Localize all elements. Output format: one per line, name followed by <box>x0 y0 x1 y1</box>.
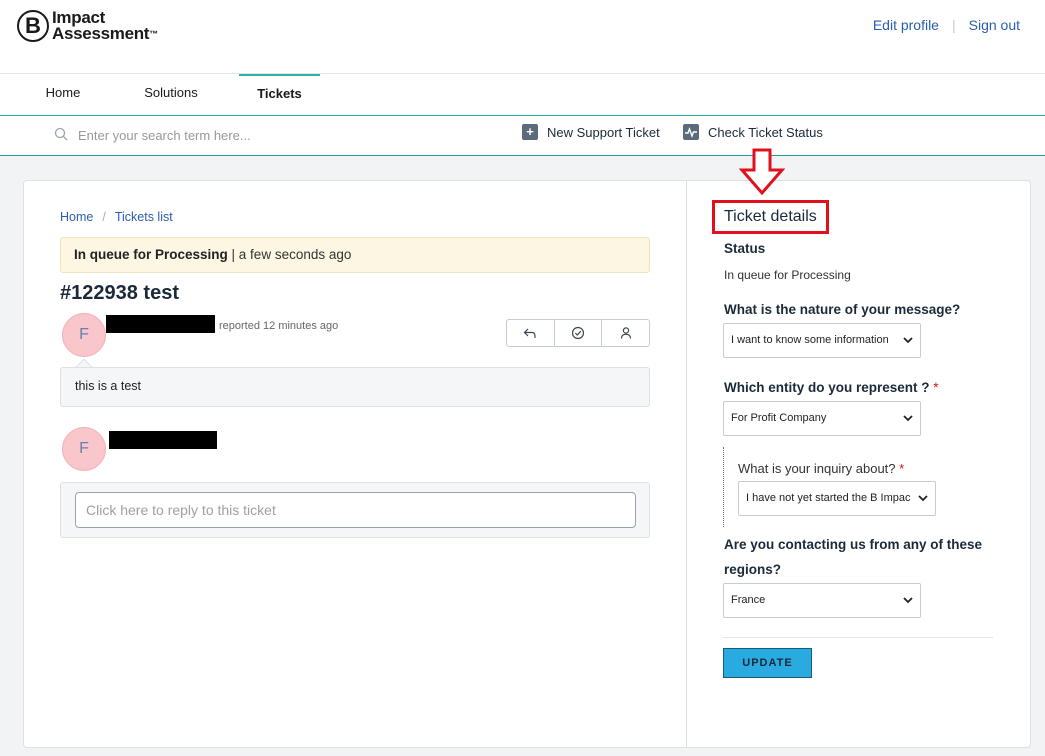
entity-label-text: Which entity do you represent ? <box>724 380 930 395</box>
nested-field-guide <box>723 447 724 527</box>
resolve-button[interactable] <box>555 320 603 346</box>
chevron-down-icon <box>903 415 913 422</box>
b-impact-logo[interactable]: B Impact Assessment™ <box>17 9 158 43</box>
regions-select[interactable]: France <box>723 583 921 618</box>
avatar: F <box>62 427 106 471</box>
status-label: Status <box>724 241 766 256</box>
new-support-ticket-label: New Support Ticket <box>547 124 660 140</box>
breadcrumb-tickets-list[interactable]: Tickets list <box>115 210 173 224</box>
ticket-actions <box>506 319 650 347</box>
required-mark: * <box>899 461 905 476</box>
avatar: F <box>62 313 106 357</box>
assign-button[interactable] <box>602 320 649 346</box>
inquiry-label: What is your inquiry about? * <box>738 461 904 476</box>
nature-select[interactable]: I want to know some information <box>723 323 921 358</box>
search-bar: + New Support Ticket Check Ticket Status <box>0 116 1045 156</box>
search-input[interactable] <box>78 123 378 147</box>
chevron-down-icon <box>903 597 913 604</box>
ticket-title: #122938 test <box>60 282 179 304</box>
check-ticket-status-button[interactable]: Check Ticket Status <box>683 124 823 140</box>
chevron-down-icon <box>903 337 913 344</box>
reply-button[interactable] <box>507 320 555 346</box>
main-nav: Home Solutions Tickets <box>0 74 1045 116</box>
reported-time: reported 12 minutes ago <box>219 320 339 332</box>
logo-line-2: Assessment <box>52 24 150 43</box>
regions-label-line-2: regions? <box>724 562 782 577</box>
pulse-icon <box>683 124 699 140</box>
status-value: In queue for Processing <box>724 268 851 282</box>
update-button[interactable]: UPDATE <box>723 648 812 678</box>
inquiry-label-text: What is your inquiry about? <box>738 461 896 476</box>
tab-solutions[interactable]: Solutions <box>134 74 208 115</box>
panel-divider <box>686 181 687 747</box>
tab-tickets[interactable]: Tickets <box>239 74 320 115</box>
link-separator: | <box>951 17 956 33</box>
entity-select[interactable]: For Profit Company <box>723 401 921 436</box>
entity-label: Which entity do you represent ? * <box>724 380 939 395</box>
reply-input[interactable] <box>75 492 636 528</box>
chevron-down-icon <box>918 495 928 502</box>
ticket-details-heading: Ticket details <box>712 200 829 234</box>
status-banner-state: In queue for Processing <box>74 247 228 262</box>
breadcrumb-home[interactable]: Home <box>60 210 93 224</box>
status-banner-time: a few seconds ago <box>238 247 352 262</box>
b-corp-logo-icon: B <box>17 10 49 42</box>
search-icon <box>54 127 68 141</box>
trademark: ™ <box>149 29 158 39</box>
breadcrumb-separator: / <box>102 210 106 224</box>
reply-box <box>60 482 650 538</box>
logo-text: Impact Assessment™ <box>52 9 158 43</box>
edit-profile-link[interactable]: Edit profile <box>873 17 939 33</box>
account-links: Edit profile | Sign out <box>873 17 1020 33</box>
status-banner: In queue for Processing | a few seconds … <box>60 237 650 273</box>
plus-icon: + <box>522 124 538 140</box>
site-header: B Impact Assessment™ Edit profile | Sign… <box>0 0 1045 74</box>
message-bubble: this is a test <box>60 367 650 407</box>
required-mark: * <box>933 380 939 395</box>
breadcrumb: Home / Tickets list <box>60 210 173 224</box>
details-divider <box>723 637 993 638</box>
entity-select-value: For Profit Company <box>731 412 827 424</box>
reply-icon <box>523 328 536 338</box>
inquiry-select[interactable]: I have not yet started the B Impac <box>738 481 936 516</box>
nature-label: What is the nature of your message? <box>724 302 961 317</box>
check-circle-icon <box>571 326 585 340</box>
tab-home[interactable]: Home <box>30 74 96 115</box>
status-banner-separator: | <box>227 247 239 262</box>
annotation-arrow-icon <box>739 148 785 196</box>
regions-label-line-1: Are you contacting us from any of these <box>724 537 983 552</box>
regions-select-value: France <box>731 594 766 606</box>
user-icon <box>620 327 631 339</box>
redacted-name <box>109 431 217 449</box>
inquiry-select-value: I have not yet started the B Impac <box>746 492 911 504</box>
sign-out-link[interactable]: Sign out <box>969 17 1020 33</box>
redacted-name <box>106 315 215 333</box>
nature-select-value: I want to know some information <box>731 334 889 346</box>
check-ticket-status-label: Check Ticket Status <box>708 124 823 140</box>
new-support-ticket-button[interactable]: + New Support Ticket <box>522 124 660 140</box>
